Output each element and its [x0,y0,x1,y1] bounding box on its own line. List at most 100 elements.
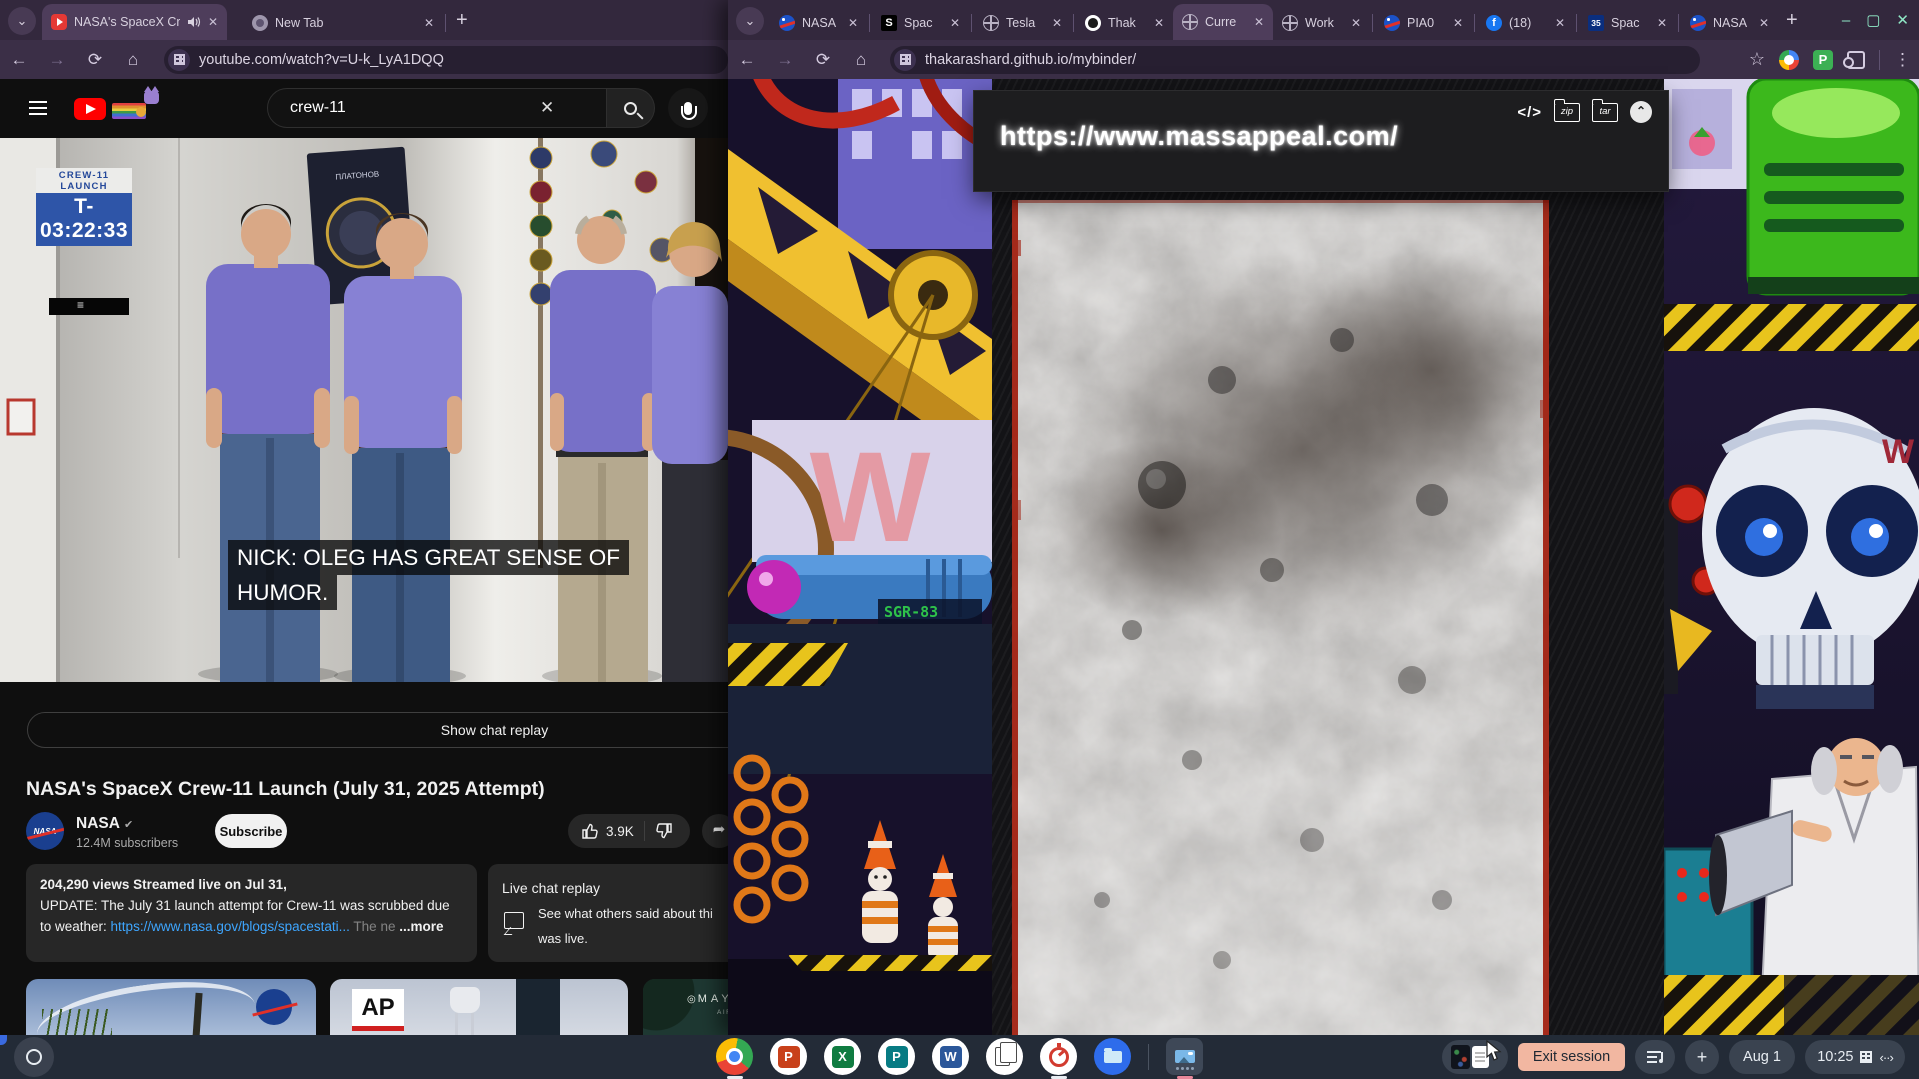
tab-close-icon[interactable]: ✕ [424,16,434,30]
excel-app-icon[interactable]: X [824,1038,861,1075]
tab-pia[interactable]: PIA0 ✕ [1375,6,1472,40]
tab-new-tab[interactable]: New Tab ✕ [243,6,443,40]
mayday-subtitle: AIR DISASTER [717,1009,728,1016]
tab-nasa-1[interactable]: NASA ✕ [770,6,867,40]
video-player[interactable]: ПЛАТОНОВ [0,138,728,682]
adblock-extension-icon[interactable] [1779,50,1799,70]
new-tab-button[interactable]: + [1786,9,1798,32]
voice-search-button[interactable] [668,88,708,128]
extensions-puzzle-icon[interactable] [1847,51,1865,69]
reload-icon[interactable]: ⟳ [804,50,842,70]
channel-avatar[interactable]: NASA [26,812,64,850]
tab-spacex[interactable]: S Spac ✕ [872,6,969,40]
address-bar[interactable]: youtube.com/watch?v=U-k_LyA1DQQ [164,46,728,74]
tab-facebook[interactable]: f (18) ✕ [1477,6,1574,40]
description-box[interactable]: 204,290 views Streamed live on Jul 31, U… [26,864,477,962]
site-info-icon[interactable] [894,49,916,71]
description-link[interactable]: https://www.nasa.gov/blogs/spacestati... [111,919,350,934]
tab-thakarashard[interactable]: Thak ✕ [1076,6,1173,40]
close-window-icon[interactable]: ✕ [1896,11,1909,29]
clock: 10:25 [1817,1049,1853,1065]
tab-current-active[interactable]: Curre ✕ [1173,4,1273,40]
thumbs-down-icon[interactable] [655,822,673,840]
tab-close-icon[interactable]: ✕ [1254,15,1264,29]
channel-name[interactable]: NASA [76,815,120,833]
word-app-icon[interactable]: W [932,1038,969,1075]
site-info-icon[interactable] [168,49,190,71]
video-menu-bar: ≡ [49,298,129,315]
menu-hamburger-icon[interactable] [29,101,47,115]
recommended-thumbnail-1[interactable] [26,979,316,1035]
files-app-icon[interactable] [1094,1038,1131,1075]
nasa-favicon [1384,15,1400,31]
tab-label: NASA [802,16,841,30]
tab-close-icon[interactable]: ✕ [1453,16,1463,30]
timer-app-icon[interactable] [1040,1038,1077,1075]
live-chat-replay-panel[interactable]: Live chat replay See what others said ab… [488,864,728,962]
date-button[interactable]: Aug 1 [1729,1040,1795,1074]
tab-search-chevron-icon[interactable]: ⌄ [736,7,764,35]
like-dislike-pill[interactable]: 3.9K [568,814,690,848]
tab-close-icon[interactable]: ✕ [208,15,218,29]
launcher-button[interactable] [14,1037,54,1077]
exit-session-button[interactable]: Exit session [1518,1043,1625,1071]
powerpoint-app-icon[interactable]: P [770,1038,807,1075]
tab-youtube-video[interactable]: NASA's SpaceX Crew-11 La ✕ [42,4,227,40]
tab-close-icon[interactable]: ✕ [1052,16,1062,30]
subscribe-button[interactable]: Subscribe [215,814,287,848]
copy-app-icon[interactable] [986,1038,1023,1075]
tab-close-icon[interactable]: ✕ [1657,16,1667,30]
share-button-partial[interactable]: ➦ [702,814,728,848]
search-button[interactable] [607,88,655,128]
bookmark-star-icon[interactable]: ☆ [1749,49,1765,70]
expand-description[interactable]: ...more [399,919,443,934]
publisher-app-icon[interactable]: P [878,1038,915,1075]
maximize-icon[interactable]: ▢ [1866,11,1880,29]
status-area[interactable]: 10:25 ‹··› [1805,1040,1905,1074]
home-icon[interactable]: ⌂ [842,50,880,70]
tab-close-icon[interactable]: ✕ [1555,16,1565,30]
tab-tesla[interactable]: Tesla ✕ [974,6,1071,40]
collapse-overlay-icon[interactable]: ⌃ [1630,101,1652,123]
pushbullet-extension-icon[interactable]: P [1813,50,1833,70]
tab-close-icon[interactable]: ✕ [848,16,858,30]
zip-download-icon[interactable]: zip [1554,103,1580,122]
tar-download-icon[interactable]: tar [1592,103,1618,122]
youtube-logo[interactable] [74,98,106,120]
chrome-app-icon[interactable] [716,1038,753,1075]
minimize-icon[interactable]: – [1842,12,1850,29]
recommended-thumbnail-3[interactable]: MAYDA AIR DISASTER [643,979,728,1035]
back-icon[interactable]: ← [728,50,766,70]
tray-plus-button[interactable]: + [1685,1040,1719,1074]
tab-nasa-2[interactable]: NASA ✕ [1681,6,1778,40]
reload-icon[interactable]: ⟳ [76,50,114,70]
browser-menu-icon[interactable]: ⋮ [1894,50,1911,70]
thumbs-up-icon[interactable] [581,822,599,840]
search-input-box[interactable]: ✕ [267,88,607,128]
tab-close-icon[interactable]: ✕ [950,16,960,30]
home-icon[interactable]: ⌂ [114,50,152,70]
tab-audio-icon[interactable] [187,16,201,28]
search-clear-icon[interactable]: ✕ [540,98,554,118]
show-chat-replay-button[interactable]: Show chat replay [27,712,728,748]
description-line-3: to weather: https://www.nasa.gov/blogs/s… [40,916,463,937]
tab-fox35[interactable]: 35 Spac ✕ [1579,6,1676,40]
tab-search-chevron-icon[interactable]: ⌄ [8,7,36,35]
forward-icon[interactable]: → [766,50,804,70]
media-playlist-button[interactable] [1635,1040,1675,1074]
address-bar[interactable]: thakarashard.github.io/mybinder/ [890,46,1700,74]
forward-icon[interactable]: → [38,50,76,70]
recommended-thumbnail-2[interactable]: AP [330,979,628,1035]
chat-bubble-icon [504,912,524,929]
tab-close-icon[interactable]: ✕ [1351,16,1361,30]
overlay-url-text[interactable]: https://www.massappeal.com/ [1000,121,1398,152]
gallery-app-icon[interactable] [1166,1038,1203,1075]
search-input[interactable] [268,99,538,117]
code-icon[interactable]: </> [1517,104,1542,121]
tab-work[interactable]: Work ✕ [1273,6,1370,40]
tab-label: (18) [1509,16,1548,30]
new-tab-button[interactable]: + [456,9,468,32]
tab-close-icon[interactable]: ✕ [1759,16,1769,30]
back-icon[interactable]: ← [0,50,38,70]
tab-close-icon[interactable]: ✕ [1154,16,1164,30]
